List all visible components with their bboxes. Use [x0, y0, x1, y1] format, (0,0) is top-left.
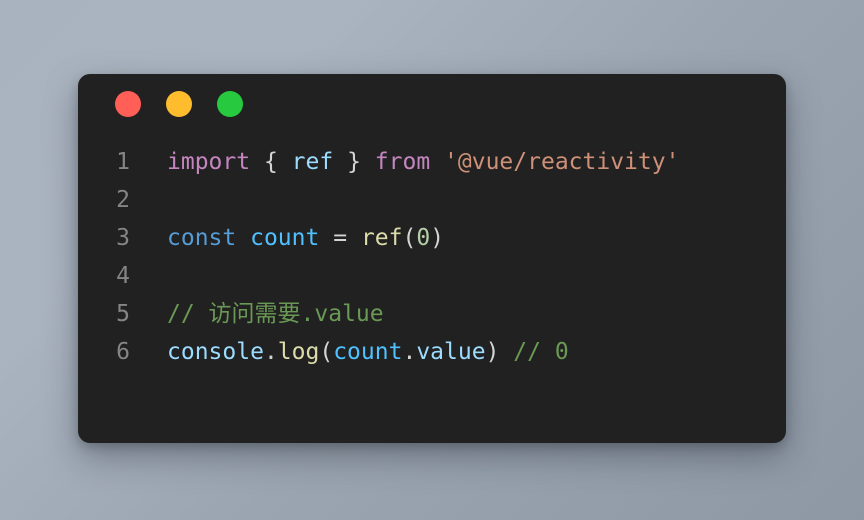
window-titlebar — [78, 74, 786, 134]
code-token-punct: ( — [319, 339, 334, 365]
code-line: 5 // 访问需要.value — [78, 295, 786, 333]
code-token-punct — [361, 149, 375, 175]
code-token-prop: ref — [291, 149, 334, 175]
code-token-punct: = — [333, 225, 348, 251]
code-line: 3 const count = ref(0) — [78, 219, 786, 257]
code-line: 1 import { ref } from '@vue/reactivity' — [78, 143, 786, 181]
screenshot-canvas: 1 import { ref } from '@vue/reactivity' 2 3… — [0, 0, 864, 520]
line-number: 1 — [116, 149, 130, 175]
code-token-punct — [278, 149, 292, 175]
code-token-punct: } — [347, 149, 361, 175]
code-token-keyword: from — [374, 149, 431, 175]
code-editor-area[interactable]: 1 import { ref } from '@vue/reactivity' 2 3… — [78, 134, 786, 443]
code-token-num: 0 — [416, 225, 431, 251]
code-token-punct: ) — [430, 225, 445, 251]
code-snippet-window: 1 import { ref } from '@vue/reactivity' 2 3… — [78, 74, 786, 443]
code-token-func: ref — [360, 225, 403, 251]
code-token-punct: . — [402, 339, 417, 365]
code-line-content: // 访问需要.value — [130, 295, 384, 333]
code-token-punct: . — [263, 339, 278, 365]
line-number: 3 — [116, 225, 130, 251]
code-line-content: const count = ref(0) — [130, 219, 444, 257]
line-number: 4 — [116, 263, 130, 289]
code-line: 2 — [78, 181, 786, 219]
code-token-punct: ( — [402, 225, 417, 251]
code-token-keyword: import — [167, 149, 251, 175]
code-token-punct — [250, 149, 264, 175]
minimize-window-button[interactable] — [166, 91, 192, 117]
code-line-content: console.log(count.value) // 0 — [130, 333, 569, 371]
code-token-punct: ) — [485, 339, 500, 365]
code-token-blue: const — [167, 225, 237, 251]
code-token-punct — [333, 149, 347, 175]
code-token-var: count — [250, 225, 320, 251]
maximize-window-button[interactable] — [217, 91, 243, 117]
code-token-prop: value — [416, 339, 486, 365]
code-token-punct — [236, 225, 250, 251]
line-number: 5 — [116, 301, 130, 327]
code-token-prop: console — [167, 339, 264, 365]
code-line: 4 — [78, 257, 786, 295]
code-token-punct — [347, 225, 361, 251]
code-token-comment: // 访问需要.value — [167, 301, 384, 327]
code-token-punct — [319, 225, 333, 251]
code-line-content: import { ref } from '@vue/reactivity' — [130, 143, 679, 181]
line-number: 2 — [116, 187, 130, 213]
code-token-string: '@vue/reactivity' — [444, 149, 680, 175]
code-token-func: log — [277, 339, 320, 365]
code-line: 6 console.log(count.value) // 0 — [78, 333, 786, 371]
code-token-var: count — [333, 339, 403, 365]
close-window-button[interactable] — [115, 91, 141, 117]
line-number: 6 — [116, 339, 130, 365]
code-token-comment: // 0 — [513, 339, 569, 365]
code-token-punct — [499, 339, 513, 365]
code-token-punct: { — [263, 149, 278, 175]
code-token-punct — [430, 149, 444, 175]
